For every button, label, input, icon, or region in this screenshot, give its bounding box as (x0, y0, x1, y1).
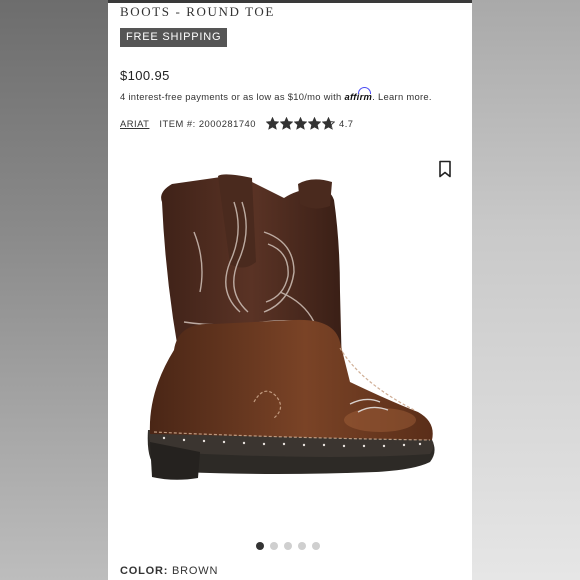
star-icon (265, 116, 279, 130)
color-value: BROWN (172, 565, 219, 577)
payment-text: 4 interest-free payments or as low as $1… (120, 91, 342, 102)
star-icon (307, 116, 321, 130)
affirm-arc-icon (358, 87, 372, 94)
gallery-dot-1[interactable] (256, 542, 264, 550)
gallery-dot-2[interactable] (270, 542, 278, 550)
product-image-boot[interactable] (144, 172, 440, 492)
free-shipping-badge: FREE SHIPPING (120, 28, 228, 47)
learn-more-link[interactable]: Learn more. (378, 91, 432, 102)
rating-value: 4.7 (338, 117, 354, 129)
brand-link[interactable]: ARIAT (120, 118, 149, 129)
bookmark-icon[interactable] (438, 160, 452, 178)
category-title: BOOTS - ROUND TOE (120, 4, 275, 19)
product-panel: BOOTS - ROUND TOE FREE SHIPPING $100.95 … (108, 0, 472, 580)
item-number: ITEM #: 2000281740 (159, 117, 256, 129)
affirm-logo: affirm (344, 87, 372, 102)
product-price: $100.95 (120, 68, 170, 83)
color-label: COLOR: (120, 565, 169, 577)
star-icon (279, 116, 293, 130)
rating-stars[interactable] (265, 116, 336, 130)
gallery-dot-3[interactable] (284, 542, 292, 550)
payment-info: 4 interest-free payments or as low as $1… (120, 87, 432, 102)
background-left (0, 0, 108, 580)
color-selector: COLOR: BROWN (120, 565, 218, 577)
gallery-pagination (256, 542, 320, 550)
star-icon (321, 116, 335, 130)
background-right (472, 0, 580, 580)
gallery-dot-4[interactable] (298, 542, 306, 550)
star-icon (293, 116, 307, 130)
product-meta: ARIAT ITEM #: 2000281740 4.7 (120, 115, 354, 131)
header-divider (108, 0, 472, 3)
gallery-dot-5[interactable] (312, 542, 320, 550)
